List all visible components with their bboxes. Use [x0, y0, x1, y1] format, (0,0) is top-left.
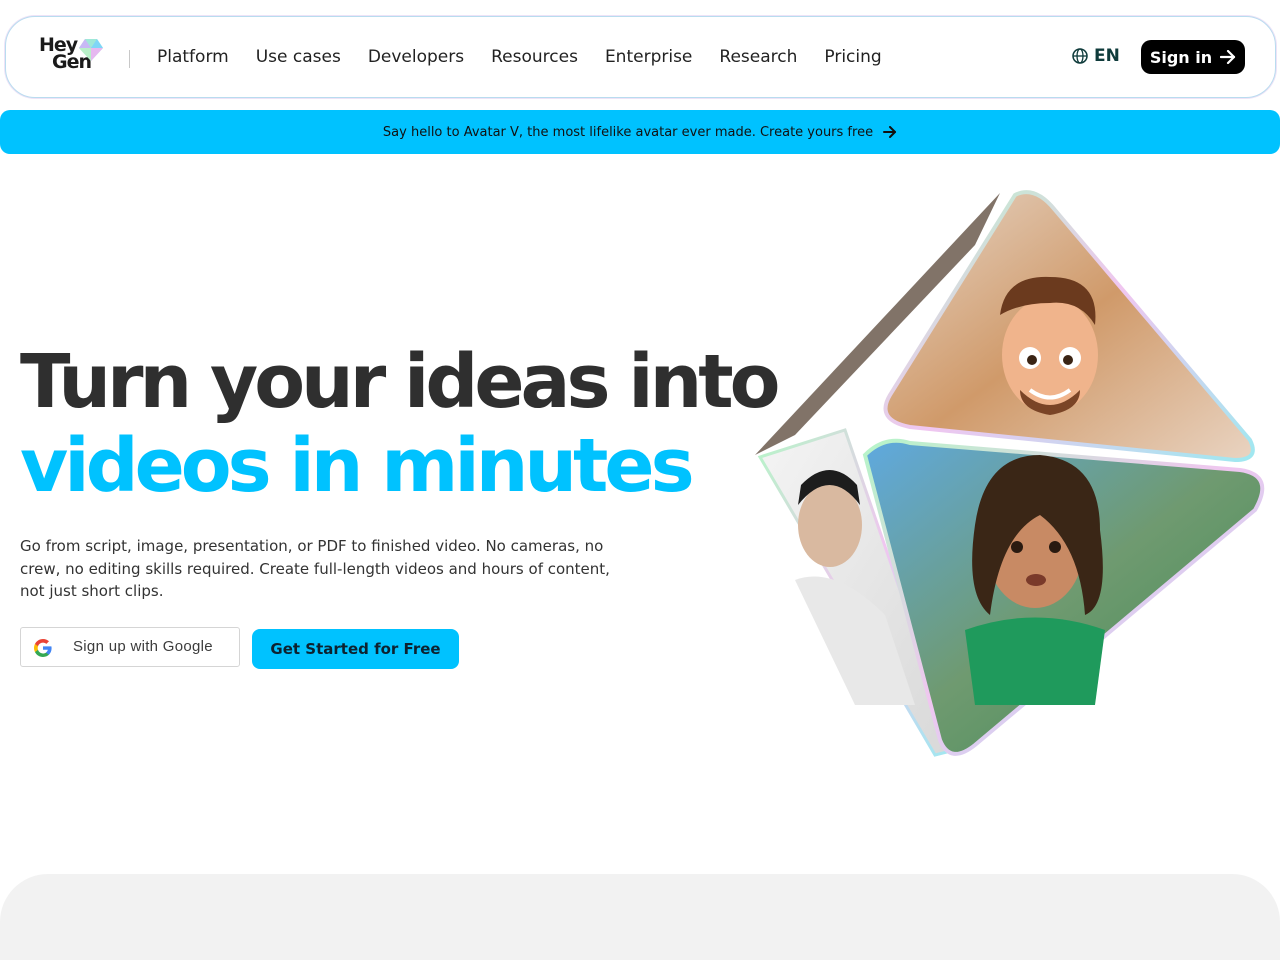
nav-item-resources[interactable]: Resources — [491, 45, 578, 69]
main-nav: Platform Use cases Developers Resources … — [157, 45, 909, 69]
get-started-button[interactable]: Get Started for Free — [252, 629, 459, 669]
language-label: EN — [1094, 46, 1120, 66]
hero-headline: Turn your ideas into videos in minutes — [20, 339, 781, 509]
google-signup-button[interactable]: Sign up with Google — [20, 627, 240, 667]
language-selector[interactable]: EN — [1072, 46, 1120, 66]
logo-gem-icon — [79, 39, 103, 61]
arrow-right-icon — [883, 126, 897, 138]
nav-item-platform[interactable]: Platform — [157, 45, 229, 69]
heygen-logo[interactable]: Hey Gen — [39, 36, 103, 77]
globe-icon — [1072, 48, 1088, 64]
announcement-banner[interactable]: Say hello to Avatar V, the most lifelike… — [0, 110, 1280, 154]
arrow-right-icon — [1220, 50, 1236, 64]
nav-item-developers[interactable]: Developers — [368, 45, 464, 69]
nav-item-enterprise[interactable]: Enterprise — [605, 45, 692, 69]
hero-headline-line-2: videos in minutes — [20, 423, 695, 509]
banner-text: Say hello to Avatar V, the most lifelike… — [382, 124, 874, 140]
hero-headline-line-1: Turn your ideas into — [20, 339, 781, 425]
nav-item-research[interactable]: Research — [719, 45, 797, 69]
hero-avatar-prism-image — [755, 190, 1265, 757]
sign-in-button[interactable]: Sign in — [1141, 40, 1245, 74]
hero-subtext: Go from script, image, presentation, or … — [20, 537, 610, 600]
site-header: Hey Gen Platform Use cases Developers Re… — [5, 16, 1276, 98]
get-started-label: Get Started for Free — [270, 640, 441, 658]
nav-item-pricing[interactable]: Pricing — [824, 45, 881, 69]
header-divider — [129, 50, 130, 68]
nav-item-use-cases[interactable]: Use cases — [256, 45, 341, 69]
google-signup-label: Sign up with Google — [73, 638, 213, 655]
next-section-panel — [0, 874, 1280, 960]
sign-in-label: Sign in — [1149, 47, 1213, 67]
google-g-icon — [34, 639, 52, 657]
